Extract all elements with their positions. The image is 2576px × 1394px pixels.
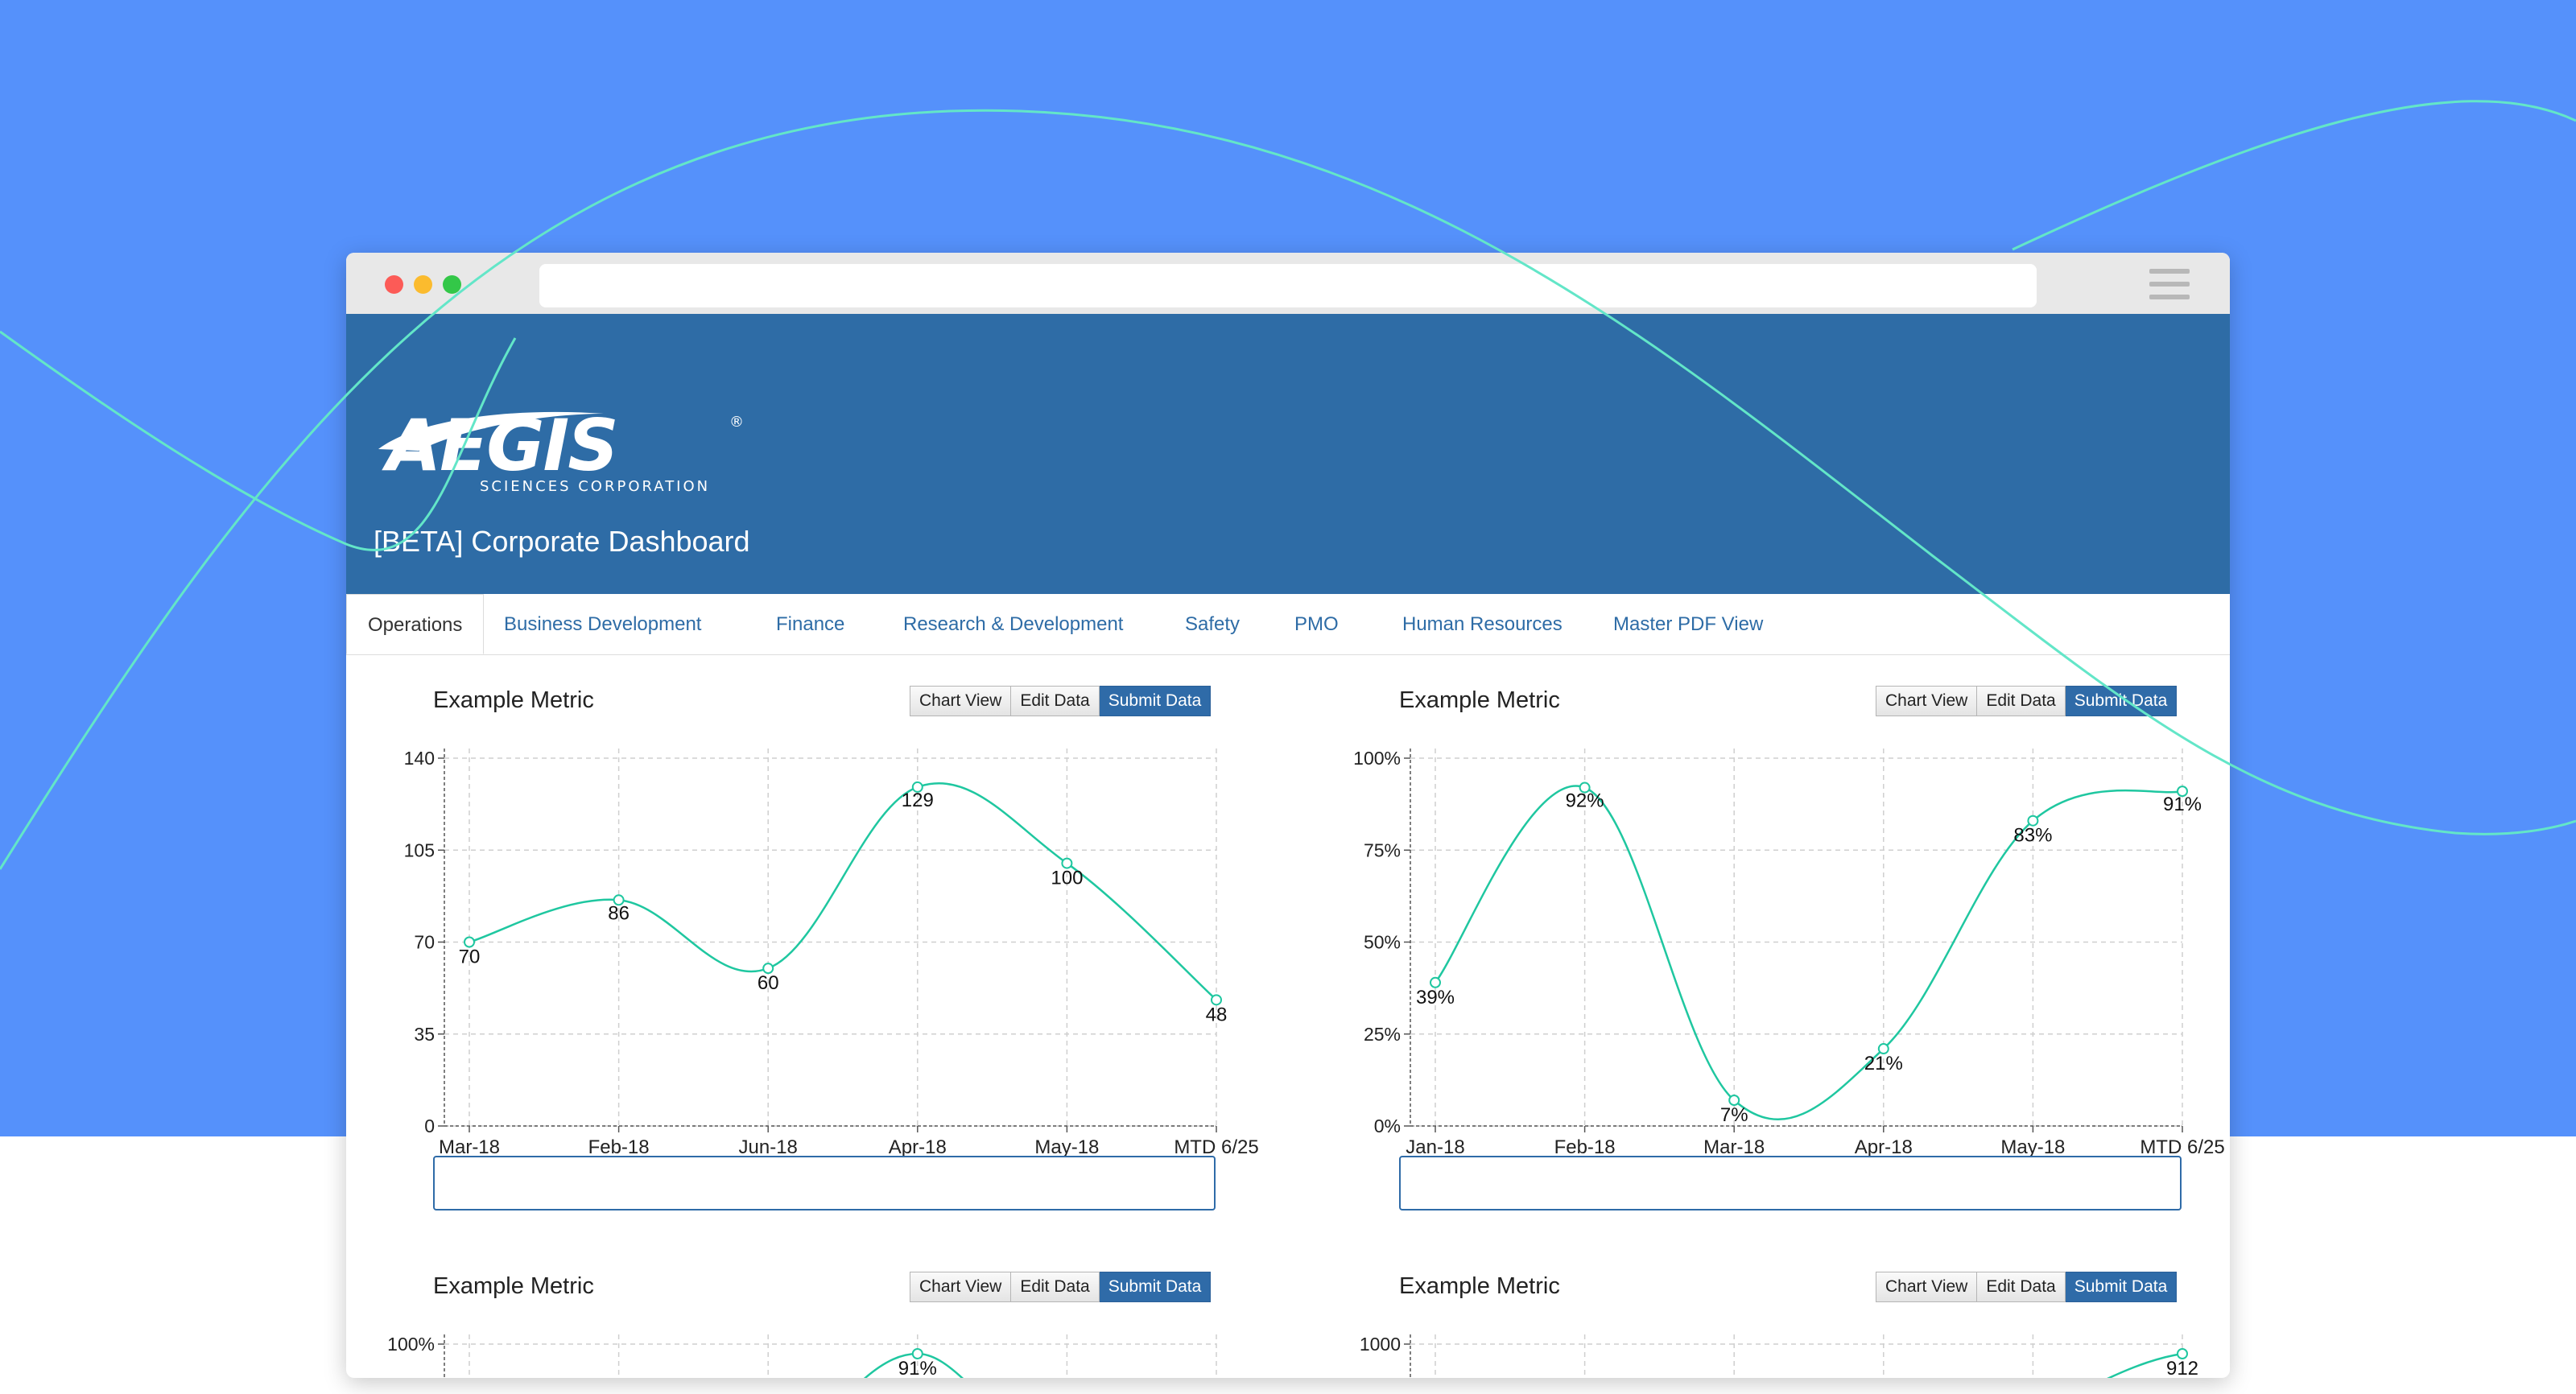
section-tabs: Operations Business Development Finance … <box>346 594 2230 655</box>
chart-view-button[interactable]: Chart View <box>910 1272 1012 1302</box>
submit-data-button[interactable]: Submit Data <box>1099 686 1212 716</box>
chart-view-button[interactable]: Chart View <box>1876 686 1978 716</box>
data-label: 60 <box>758 972 779 994</box>
tab-finance[interactable]: Finance <box>755 594 865 655</box>
panel-title: Example Metric <box>1399 1273 1560 1299</box>
dashboard-header: AEGIS ® SCIENCES CORPORATION [BETA] Corp… <box>346 314 2230 594</box>
x-tick-label: Feb-18 <box>1554 1136 1616 1158</box>
panel-title: Example Metric <box>1399 687 1560 713</box>
view-toggle-group: Chart View Edit Data Submit Data <box>910 1272 1212 1302</box>
y-tick-label: 50% <box>1364 932 1401 953</box>
data-label: 21% <box>1864 1053 1903 1074</box>
view-toggle-group: Chart View Edit Data Submit Data <box>910 686 1212 716</box>
x-tick-label: Feb-18 <box>588 1136 650 1158</box>
x-tick-label: MTD 6/25 <box>2140 1136 2224 1158</box>
chart-view-button[interactable]: Chart View <box>1876 1272 1978 1302</box>
tab-business-development[interactable]: Business Development <box>483 594 722 655</box>
comment-input[interactable] <box>433 1156 1216 1210</box>
x-tick-label: Jan-18 <box>1406 1136 1464 1158</box>
y-tick-label: 0 <box>424 1116 435 1136</box>
x-tick-label: May-18 <box>2000 1136 2065 1158</box>
submit-data-button[interactable]: Submit Data <box>1099 1272 1212 1302</box>
panel-title: Example Metric <box>433 1273 594 1299</box>
x-tick-label: Apr-18 <box>889 1136 947 1158</box>
hamburger-menu-icon[interactable] <box>2149 269 2190 299</box>
close-window-button[interactable] <box>385 275 403 294</box>
y-tick-label: 0% <box>1374 1116 1401 1136</box>
tab-master-pdf-view[interactable]: Master PDF View <box>1592 594 1784 655</box>
chart-view-button[interactable]: Chart View <box>910 686 1012 716</box>
browser-titlebar <box>346 253 2230 314</box>
tab-research-development[interactable]: Research & Development <box>882 594 1144 655</box>
y-tick-label: 105 <box>404 839 435 860</box>
edit-data-button[interactable]: Edit Data <box>1977 686 2066 716</box>
data-label: 70 <box>459 947 481 968</box>
logo-subtext: SCIENCES CORPORATION <box>480 478 710 495</box>
maximize-window-button[interactable] <box>443 275 461 294</box>
y-tick-label: 75% <box>1364 839 1401 860</box>
data-label: 86 <box>608 902 630 924</box>
panel-title: Example Metric <box>433 687 594 713</box>
y-tick-label: 100% <box>387 1334 435 1355</box>
line-chart: 0 35 70 105 140 Mar-18 Feb-18 Jun-18 Apr-18 May-1… <box>404 748 1259 1158</box>
submit-data-button[interactable]: Submit Data <box>2065 686 2178 716</box>
svg-text:®: ® <box>729 414 744 431</box>
tab-pmo[interactable]: PMO <box>1274 594 1360 655</box>
data-label: 7% <box>1720 1104 1748 1126</box>
aegis-logo: AEGIS ® SCIENCES CORPORATION <box>370 402 749 503</box>
y-tick-label: 70 <box>414 932 435 953</box>
x-tick-label: May-18 <box>1034 1136 1099 1158</box>
y-tick-label: 35 <box>414 1024 435 1045</box>
y-tick-label: 100% <box>1353 748 1401 769</box>
edit-data-button[interactable]: Edit Data <box>1011 1272 1100 1302</box>
line-chart-partial: 100% 91% <box>387 1334 1217 1378</box>
edit-data-button[interactable]: Edit Data <box>1011 686 1100 716</box>
data-label: 100 <box>1051 868 1083 889</box>
browser-window: AEGIS ® SCIENCES CORPORATION [BETA] Corp… <box>346 253 2230 1378</box>
tab-human-resources[interactable]: Human Resources <box>1381 594 1583 655</box>
data-label: 92% <box>1566 790 1604 812</box>
tab-safety[interactable]: Safety <box>1164 594 1261 655</box>
edit-data-button[interactable]: Edit Data <box>1977 1272 2066 1302</box>
line-chart: 0% 25% 50% 75% 100% Jan-18 Feb-18 Mar-18 Apr-18 M… <box>1353 748 2225 1158</box>
data-label: 129 <box>902 790 934 811</box>
submit-data-button[interactable]: Submit Data <box>2065 1272 2178 1302</box>
data-label: 39% <box>1416 987 1455 1008</box>
view-toggle-group: Chart View Edit Data Submit Data <box>1876 686 2178 716</box>
x-tick-label: Apr-18 <box>1855 1136 1913 1158</box>
page-title: [BETA] Corporate Dashboard <box>374 525 750 558</box>
x-tick-label: Jun-18 <box>739 1136 798 1158</box>
data-label: 83% <box>2013 825 2052 847</box>
data-label: 91% <box>2163 794 2202 815</box>
x-tick-label: Mar-18 <box>439 1136 500 1158</box>
logo-wordmark: AEGIS <box>382 404 617 487</box>
tab-operations[interactable]: Operations <box>346 594 485 654</box>
data-label: 91% <box>898 1358 937 1378</box>
logo-graphic: AEGIS ® SCIENCES CORPORATION <box>378 404 744 495</box>
line-chart-partial: 1000 912 <box>1360 1334 2198 1378</box>
y-tick-label: 25% <box>1364 1024 1401 1045</box>
x-tick-label: MTD 6/25 <box>1174 1136 1258 1158</box>
view-toggle-group: Chart View Edit Data Submit Data <box>1876 1272 2178 1302</box>
comment-input[interactable] <box>1399 1156 2182 1210</box>
data-label: 912 <box>2166 1358 2198 1378</box>
series-line <box>469 782 1217 1001</box>
x-tick-label: Mar-18 <box>1703 1136 1765 1158</box>
y-tick-label: 1000 <box>1360 1334 1401 1355</box>
series-line <box>1435 785 2183 1121</box>
y-tick-label: 140 <box>404 748 435 769</box>
data-label: 48 <box>1206 1004 1228 1025</box>
minimize-window-button[interactable] <box>414 275 432 294</box>
address-bar[interactable] <box>539 264 2037 307</box>
